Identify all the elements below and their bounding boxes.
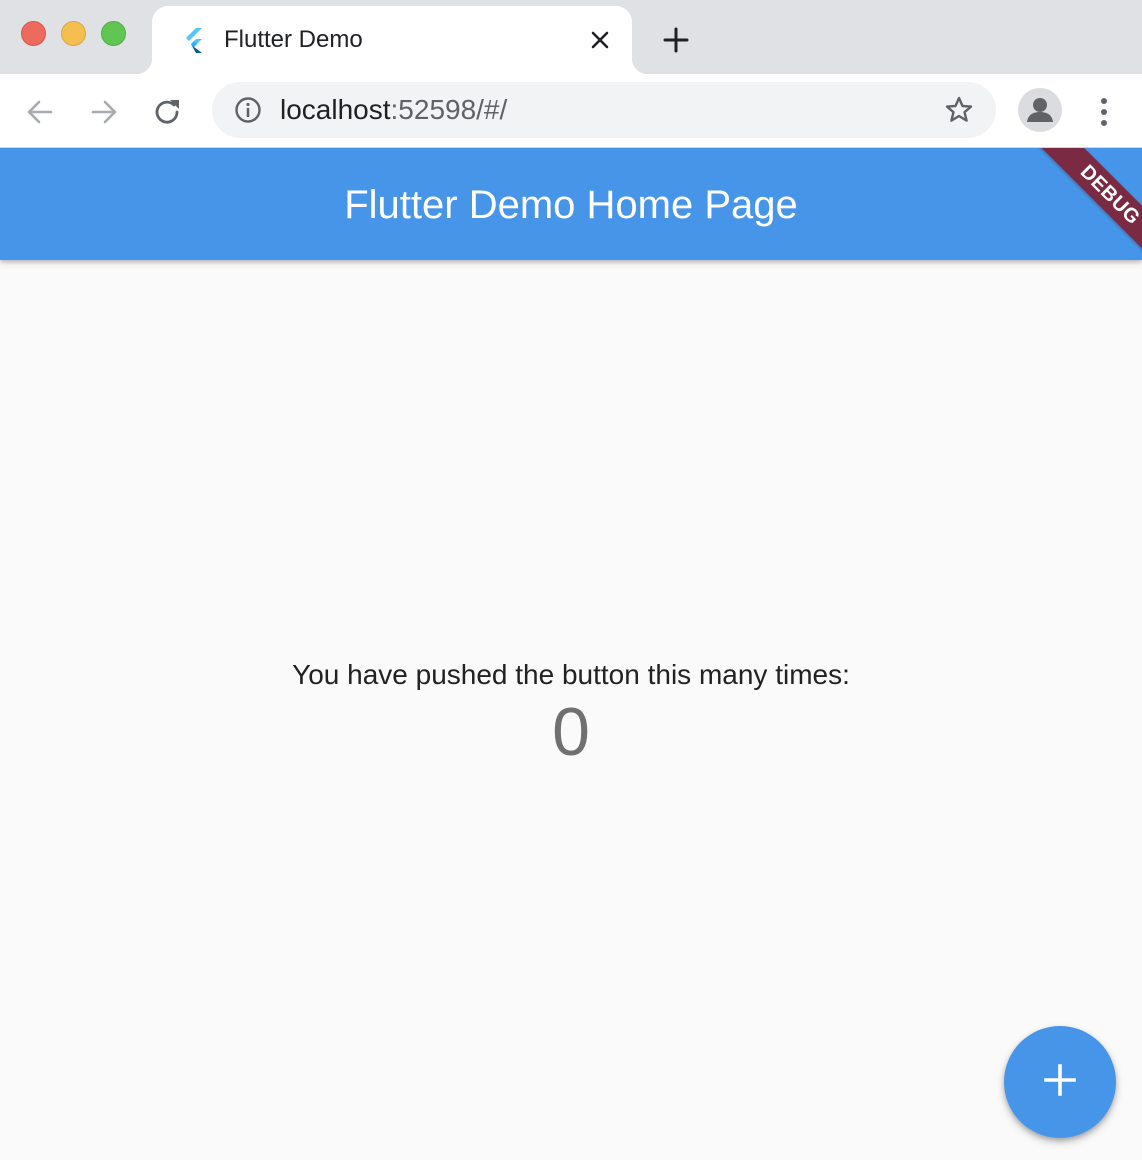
plus-icon[interactable]: [660, 24, 692, 56]
counter-label: You have pushed the button this many tim…: [292, 659, 850, 690]
url-path: :52598/#/: [390, 94, 508, 125]
add-icon: [1043, 1063, 1077, 1102]
arrow-left-icon[interactable]: [20, 92, 60, 132]
tab-strip: Flutter Demo: [0, 0, 1142, 74]
tab-title: Flutter Demo: [224, 26, 363, 53]
more-vert-icon[interactable]: [1090, 92, 1118, 132]
address-bar[interactable]: localhost:52598/#/: [212, 82, 996, 138]
person-icon[interactable]: [1018, 88, 1062, 132]
counter-value: 0: [552, 694, 590, 770]
close-window-button[interactable]: [21, 21, 46, 46]
maximize-window-button[interactable]: [101, 21, 126, 46]
app-bar: Flutter Demo Home Page: [0, 148, 1142, 260]
flutter-app: Flutter Demo Home Page DEBUG You have pu…: [0, 148, 1142, 1160]
close-icon[interactable]: [586, 26, 614, 54]
reload-icon[interactable]: [148, 92, 188, 132]
url-text[interactable]: localhost:52598/#/: [280, 95, 507, 125]
arrow-right-icon[interactable]: [84, 92, 124, 132]
minimize-window-button[interactable]: [61, 21, 86, 46]
flutter-logo-icon: [180, 26, 206, 54]
url-host: localhost: [280, 94, 391, 125]
info-icon[interactable]: [234, 96, 262, 124]
star-icon[interactable]: [944, 95, 974, 125]
increment-button[interactable]: [1004, 1026, 1116, 1138]
browser-toolbar: localhost:52598/#/: [0, 74, 1142, 148]
page-title: Flutter Demo Home Page: [344, 183, 798, 227]
tab-flutter-demo[interactable]: Flutter Demo: [136, 6, 648, 74]
browser-window: Flutter Demo localhost:52598/#/ Flutter …: [0, 0, 1142, 1160]
